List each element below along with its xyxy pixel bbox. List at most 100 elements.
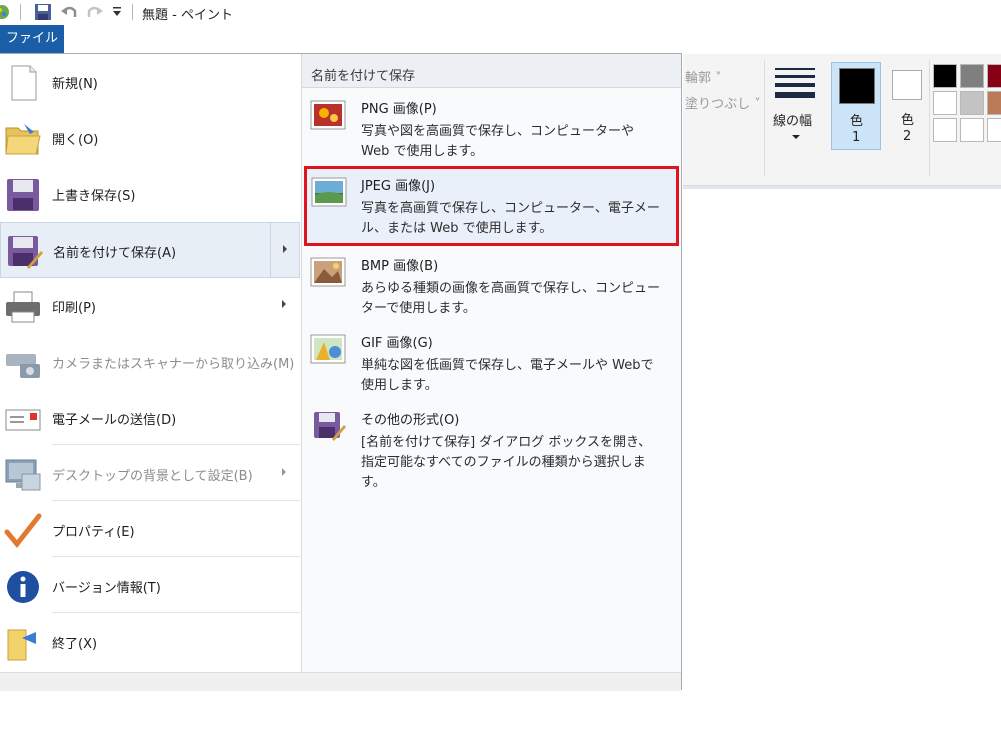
ribbon: 輪郭 ˅ 塗りつぶし ˅ 線の幅 色 1 色 2: [683, 54, 1001, 189]
save-disk-icon: [4, 176, 42, 214]
submenu-title: 名前を付けて保存: [311, 69, 416, 84]
color1-button[interactable]: 色 1: [831, 62, 881, 150]
menu-item-open[interactable]: 開く(O): [0, 110, 300, 166]
jpeg-image-icon: [311, 177, 347, 207]
item-description: [名前を付けて保存] ダイアログ ボックスを開き、指定可能なすべてのファイルの種…: [361, 435, 652, 490]
save-as-jpeg[interactable]: JPEG 画像(J) 写真を高画質で保存し、コンピューター、電子メール、または …: [304, 166, 679, 246]
color2-button[interactable]: 色 2: [885, 62, 931, 150]
item-title: その他の形式(O): [361, 413, 460, 428]
line-width-icon: [775, 66, 815, 104]
item-title: JPEG 画像(J): [361, 179, 436, 194]
item-title: PNG 画像(P): [361, 102, 437, 117]
save-as-icon: [5, 233, 43, 271]
menu-separator: [52, 556, 300, 557]
menu-item-label: 開く(O): [52, 133, 99, 148]
item-title: GIF 画像(G): [361, 336, 433, 351]
menu-item-label: 上書き保存(S): [52, 189, 136, 204]
item-description: 写真を高画質で保存し、コンピューター、電子メール、または Web で使用します。: [361, 201, 660, 236]
submenu-arrow-icon[interactable]: [283, 245, 287, 253]
item-description: あらゆる種類の画像を高画質で保存し、コンピューターで使用します。: [361, 281, 661, 316]
menu-separator: [52, 444, 300, 445]
fill-button[interactable]: 塗りつぶし ˅: [685, 93, 761, 112]
save-as-bmp[interactable]: BMP 画像(B) あらゆる種類の画像を高画質で保存し、コンピューターで使用しま…: [304, 247, 679, 323]
item-title: BMP 画像(B): [361, 259, 439, 274]
line-width-button[interactable]: 線の幅: [769, 62, 821, 146]
open-folder-icon: [4, 120, 42, 158]
file-menu-left-pane: 新規(N) 開く(O) 上書き保存(S) 名前を付けて保存(A) 印刷(P) カ…: [0, 54, 300, 672]
title-bar: 無題 - ペイント: [0, 0, 1001, 25]
save-as-other-formats[interactable]: その他の形式(O) [名前を付けて保存] ダイアログ ボックスを開き、指定可能な…: [304, 401, 679, 490]
file-menu-footer: [0, 672, 681, 691]
menu-item-email[interactable]: 電子メールの送信(D): [0, 390, 300, 446]
color1-label: 色: [850, 114, 864, 129]
menu-item-label: デスクトップの背景として設定(B): [52, 469, 253, 484]
menu-item-exit[interactable]: 終了(X): [0, 614, 300, 670]
submenu-arrow-icon[interactable]: [282, 300, 286, 308]
color2-number: 2: [903, 129, 912, 144]
menu-item-label: 印刷(P): [52, 301, 96, 316]
menu-separator: [52, 500, 300, 501]
palette-color-swatch[interactable]: [933, 118, 957, 142]
palette-color-swatch[interactable]: [933, 64, 957, 88]
exit-icon: [4, 624, 42, 662]
menu-item-save[interactable]: 上書き保存(S): [0, 166, 300, 222]
png-image-icon: [310, 100, 346, 130]
ribbon-separator: [764, 60, 765, 176]
window-title: 無題 - ペイント: [142, 8, 233, 23]
palette-color-swatch[interactable]: [960, 91, 984, 115]
menu-item-camera-scanner[interactable]: カメラまたはスキャナーから取り込み(M): [0, 334, 300, 390]
palette-color-swatch[interactable]: [987, 91, 1001, 115]
save-as-gif[interactable]: GIF 画像(G) 単純な図を低画質で保存し、電子メールや Webで使用します。: [304, 324, 679, 400]
redo-icon[interactable]: [86, 3, 104, 25]
customize-toolbar-icon[interactable]: [112, 6, 122, 22]
undo-icon[interactable]: [60, 3, 78, 25]
submenu-header: 名前を付けて保存: [302, 54, 681, 88]
palette-color-swatch[interactable]: [960, 64, 984, 88]
new-file-icon: [4, 64, 42, 102]
menu-item-label: バージョン情報(T): [52, 581, 161, 596]
checkmark-icon: [4, 512, 42, 550]
menu-item-label: 終了(X): [52, 637, 98, 652]
paint-app-icon[interactable]: [0, 3, 10, 25]
menu-item-new[interactable]: 新規(N): [0, 54, 300, 110]
menu-item-label: 電子メールの送信(D): [52, 413, 177, 428]
color-palette: [933, 64, 1001, 144]
menu-item-desktop-background[interactable]: デスクトップの背景として設定(B): [0, 446, 300, 502]
palette-color-swatch[interactable]: [933, 91, 957, 115]
line-width-label: 線の幅: [773, 114, 813, 129]
item-description: 単純な図を低画質で保存し、電子メールや Webで使用します。: [361, 358, 654, 393]
file-menu: 新規(N) 開く(O) 上書き保存(S) 名前を付けて保存(A) 印刷(P) カ…: [0, 53, 682, 691]
info-icon: [4, 568, 42, 606]
menu-item-properties[interactable]: プロパティ(E): [0, 502, 300, 558]
email-icon: [4, 400, 42, 438]
color1-number: 1: [852, 130, 861, 145]
submenu-arrow-icon[interactable]: [282, 468, 286, 476]
color1-swatch: [839, 68, 875, 104]
menu-item-label: カメラまたはスキャナーから取り込み(M): [52, 357, 295, 372]
scanner-camera-icon: [4, 344, 42, 382]
gif-image-icon: [310, 334, 346, 364]
palette-color-swatch[interactable]: [960, 118, 984, 142]
outline-button[interactable]: 輪郭 ˅: [685, 67, 722, 86]
menu-item-label: 新規(N): [52, 77, 98, 92]
printer-icon: [4, 288, 42, 326]
menu-item-label: 名前を付けて保存(A): [53, 246, 177, 261]
file-tab[interactable]: ファイル: [0, 25, 64, 53]
separator: [132, 4, 133, 20]
menu-item-about[interactable]: バージョン情報(T): [0, 558, 300, 614]
separator: [20, 4, 21, 20]
chevron-down-icon: [792, 135, 800, 139]
menu-separator: [52, 612, 300, 613]
palette-color-swatch[interactable]: [987, 64, 1001, 88]
menu-item-print[interactable]: 印刷(P): [0, 278, 300, 334]
save-icon[interactable]: [34, 3, 52, 25]
menu-item-save-as[interactable]: 名前を付けて保存(A): [0, 222, 300, 278]
color2-swatch: [892, 70, 922, 100]
bmp-image-icon: [310, 257, 346, 287]
submenu-split: [270, 223, 271, 277]
desktop-background-icon: [4, 456, 42, 494]
palette-color-swatch[interactable]: [987, 118, 1001, 142]
save-as-submenu: 名前を付けて保存 PNG 画像(P) 写真や図を高画質で保存し、コンピューターや…: [301, 54, 681, 672]
save-as-png[interactable]: PNG 画像(P) 写真や図を高画質で保存し、コンピューターやWeb で使用しま…: [304, 90, 679, 166]
item-description: 写真や図を高画質で保存し、コンピューターやWeb で使用します。: [361, 124, 635, 159]
